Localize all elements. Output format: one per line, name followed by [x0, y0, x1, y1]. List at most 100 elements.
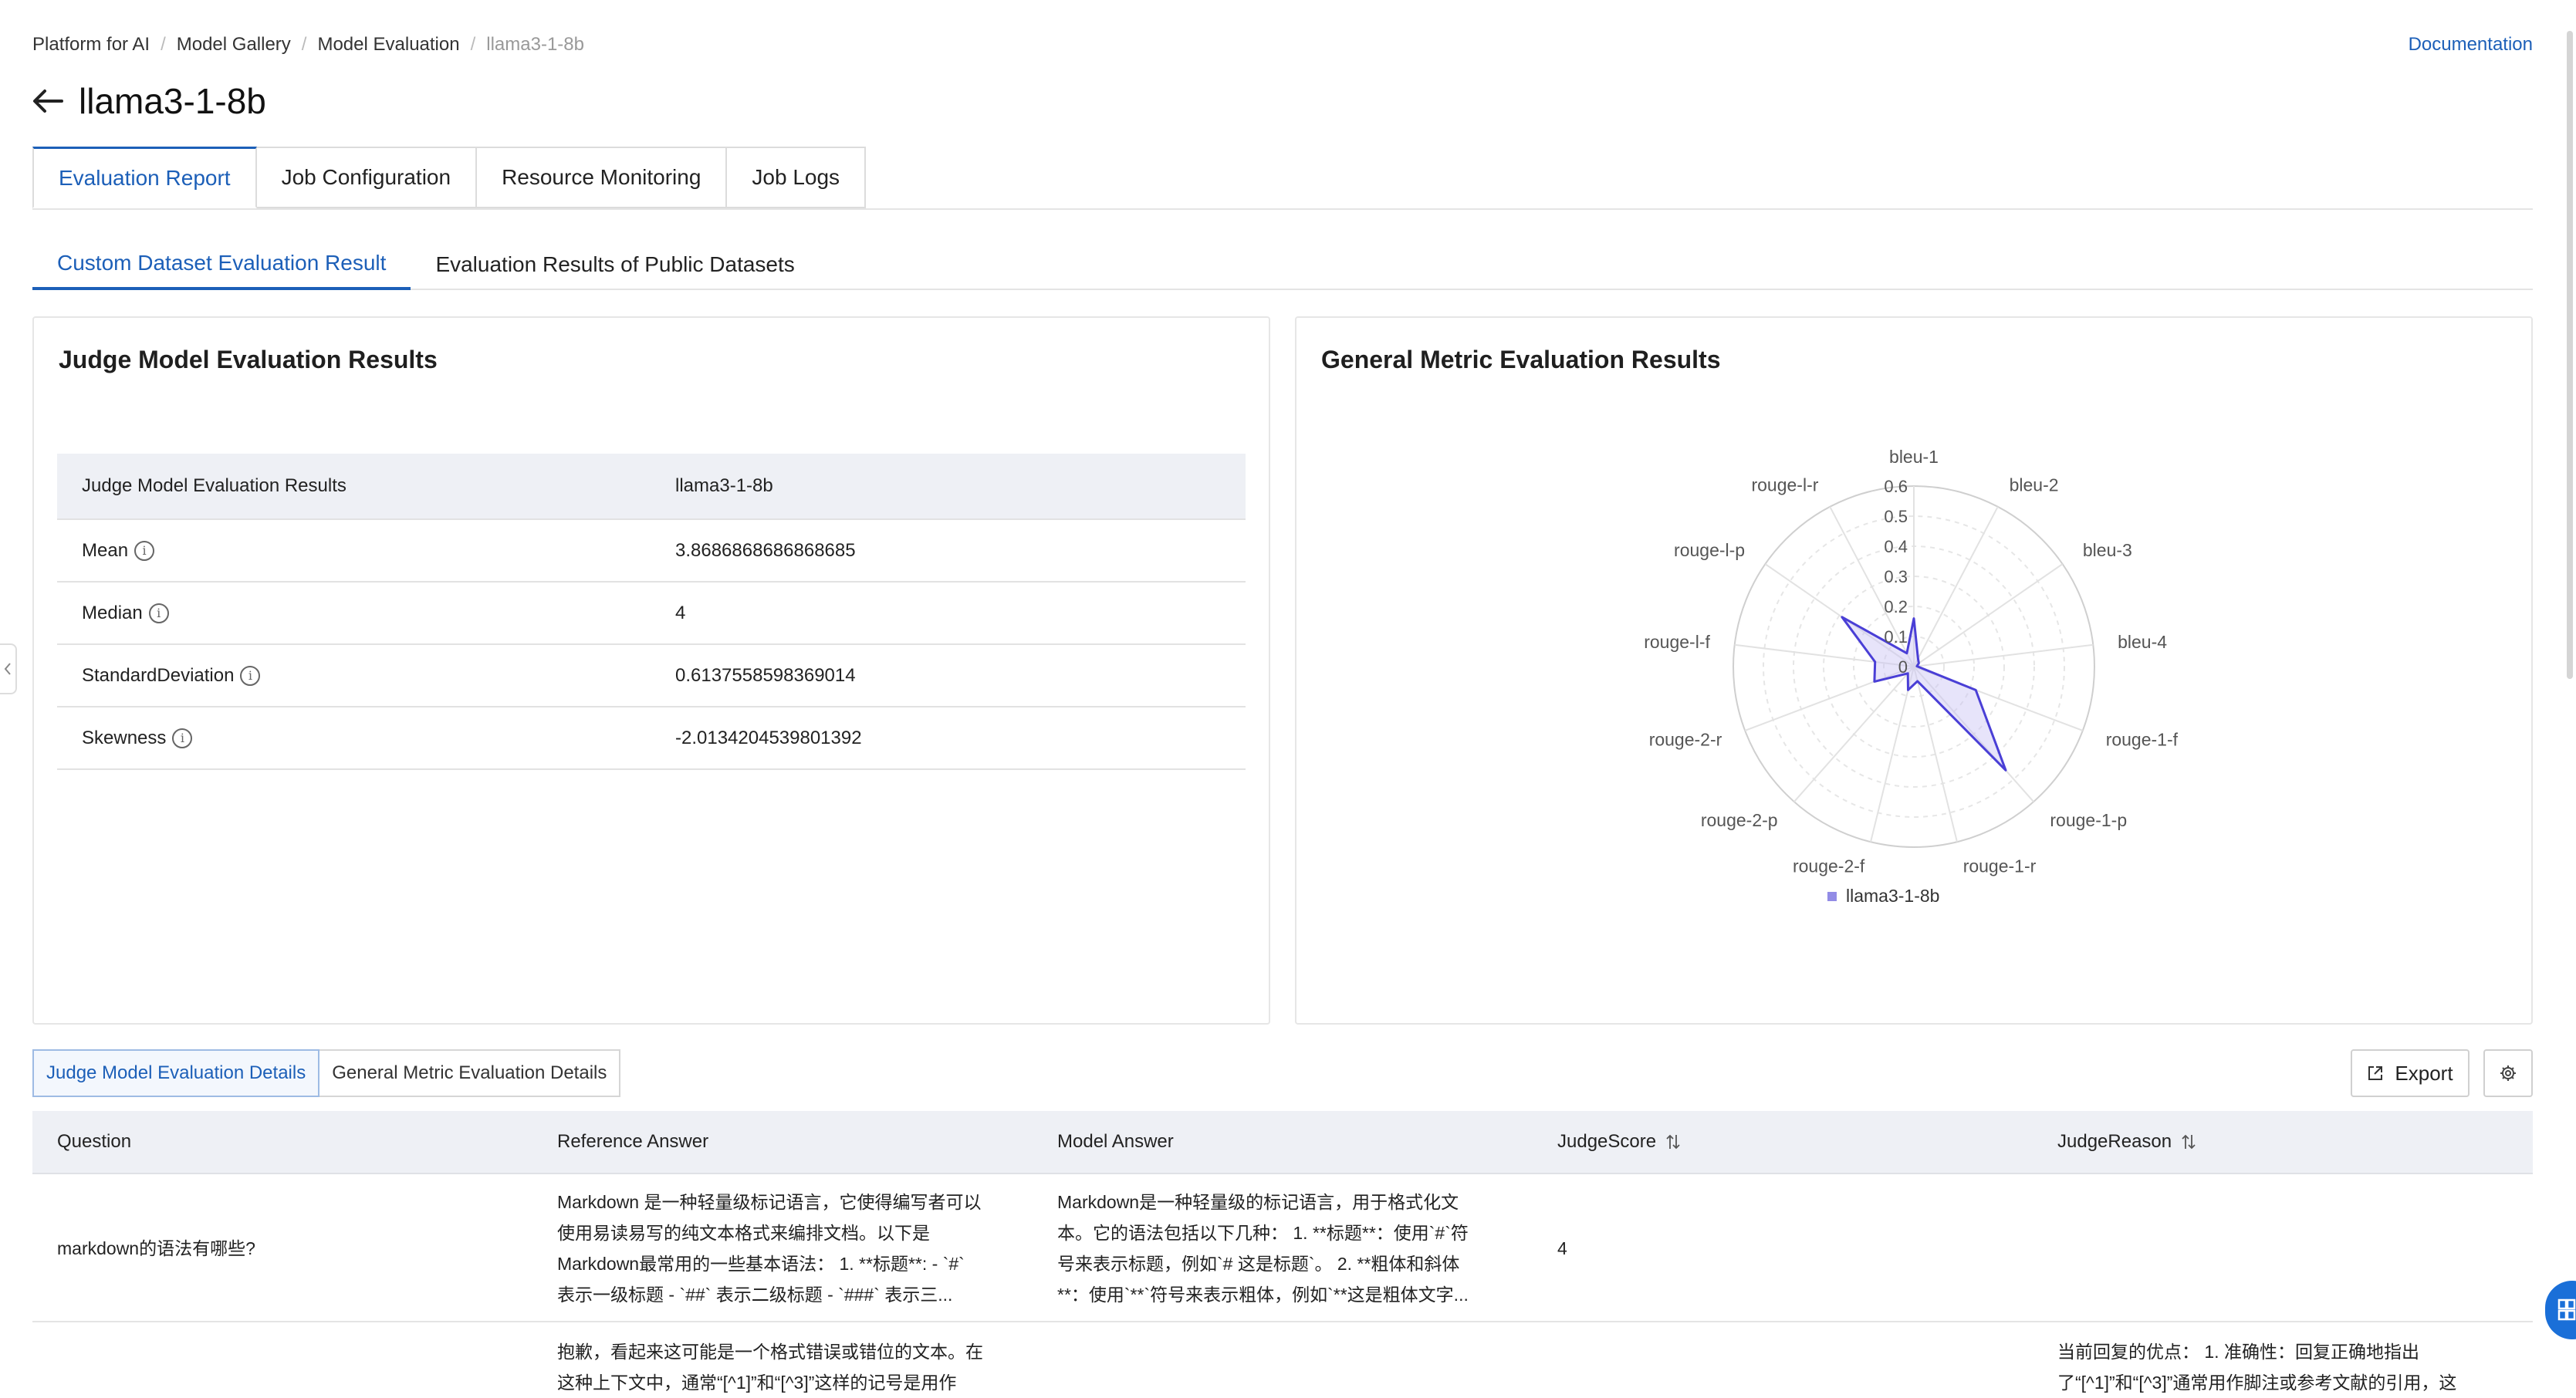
- radar-axis-label: bleu-2: [2010, 475, 2059, 495]
- back-arrow-icon[interactable]: [31, 84, 65, 118]
- column-judge-reason-label: JudgeReason: [2057, 1131, 2172, 1152]
- radar-tick-label: 0.2: [1884, 597, 1908, 616]
- breadcrumb-separator: /: [301, 34, 307, 55]
- subtab-custom-dataset[interactable]: Custom Dataset Evaluation Result: [32, 239, 411, 290]
- metric-name-cell: Skewness i: [57, 707, 651, 770]
- model-answer-cell: Markdown是一种轻量级的标记语言，用于格式化文 本。它的语法包括以下几种：…: [1057, 1187, 1469, 1310]
- column-judge-reason[interactable]: JudgeReason: [2057, 1111, 2196, 1173]
- text-line: 抱歉，看起来这可能是一个格式错误或错位的文本。在: [557, 1342, 983, 1362]
- collapse-sidebar-handle[interactable]: [0, 643, 17, 694]
- breadcrumb-current: llama3-1-8b: [486, 34, 584, 55]
- info-icon[interactable]: i: [172, 728, 193, 749]
- judge-reason-cell: 当前回复的优点： 1. 准确性：回复正确地指出 了“[^1]”和“[^3]”通常…: [2057, 1336, 2456, 1398]
- judge-results-table: Judge Model Evaluation Results llama3-1-…: [57, 454, 1246, 770]
- metric-value: 3.8686868686868685: [651, 519, 1246, 582]
- grid-icon: [2557, 1298, 2576, 1321]
- details-toggle: Judge Model Evaluation Details General M…: [32, 1049, 621, 1097]
- info-icon[interactable]: i: [240, 666, 261, 687]
- toggle-general-details[interactable]: General Metric Evaluation Details: [319, 1049, 621, 1097]
- radar-axis-label: rouge-2-r: [1649, 729, 1722, 749]
- page-header: llama3-1-8b: [31, 80, 266, 122]
- radar-axis-label: rouge-l-p: [1674, 540, 1745, 560]
- info-icon[interactable]: i: [134, 541, 155, 562]
- radar-axis-label: rouge-2-f: [1793, 856, 1865, 876]
- text-line: 了“[^1]”和“[^3]”通常用作脚注或参考文献的引用，这: [2057, 1373, 2457, 1393]
- question-cell: markdown的语法有哪些?: [57, 1238, 255, 1258]
- text-line: Markdown是一种轻量级的标记语言，用于格式化文: [1057, 1192, 1459, 1212]
- judge-card-title: Judge Model Evaluation Results: [59, 346, 438, 373]
- judge-score-cell: 4: [1557, 1238, 1567, 1258]
- column-judge-score-label: JudgeScore: [1557, 1131, 1657, 1152]
- export-icon: [2368, 1066, 2383, 1080]
- table-row: Skewness i -2.0134204539801392: [57, 707, 1246, 770]
- table-row: Median i 4: [57, 582, 1246, 645]
- metric-name: Mean: [82, 539, 129, 561]
- metric-name-cell: Median i: [57, 582, 651, 645]
- documentation-link[interactable]: Documentation: [2409, 34, 2533, 56]
- metric-name: Median: [82, 602, 143, 623]
- radar-spoke: [1793, 666, 1915, 802]
- metric-name: Skewness: [82, 727, 167, 748]
- column-judge-score[interactable]: JudgeScore: [1557, 1111, 1681, 1173]
- metric-value: 4: [651, 582, 1246, 645]
- radar-axis-label: rouge-1-r: [1963, 856, 2037, 876]
- metric-name-cell: StandardDeviation i: [57, 644, 651, 707]
- page-scrollbar[interactable]: [2567, 31, 2573, 679]
- radar-axis-label: bleu-3: [2083, 540, 2132, 560]
- text-line: **：使用`**`符号来表示粗体，例如`**这是粗体文字...: [1057, 1285, 1469, 1305]
- row-divider: [32, 1321, 2533, 1322]
- breadcrumb-model-gallery[interactable]: Model Gallery: [177, 34, 291, 56]
- table-header-cell: llama3-1-8b: [651, 454, 1246, 520]
- tab-resource-monitoring[interactable]: Resource Monitoring: [477, 147, 728, 208]
- sort-icon[interactable]: [1665, 1133, 1681, 1150]
- info-icon[interactable]: i: [148, 603, 169, 624]
- sort-icon[interactable]: [2181, 1133, 2196, 1150]
- column-model-answer: Model Answer: [1057, 1131, 1174, 1152]
- radar-tick-label: 0.6: [1884, 477, 1908, 496]
- series-area: [1841, 616, 2007, 772]
- text-line: Markdown 是一种轻量级标记语言，它使得编写者可以: [557, 1192, 982, 1212]
- breadcrumb-separator: /: [161, 34, 166, 55]
- text-line: 当前回复的优点： 1. 准确性：回复正确地指出: [2057, 1342, 2419, 1362]
- column-reference-answer: Reference Answer: [557, 1131, 709, 1152]
- legend-label: llama3-1-8b: [1846, 886, 1939, 906]
- text-line: Markdown最常用的一些基本语法： 1. **标题**: - `#`: [557, 1254, 965, 1274]
- tab-job-logs[interactable]: Job Logs: [727, 147, 867, 208]
- gear-icon: [2500, 1065, 2516, 1081]
- breadcrumb-platform[interactable]: Platform for AI: [32, 34, 150, 56]
- column-question: Question: [57, 1131, 132, 1152]
- radar-axis-label: rouge-1-f: [2106, 729, 2179, 749]
- reference-answer-cell: Markdown 是一种轻量级标记语言，它使得编写者可以 使用易读易写的纯文本格…: [557, 1187, 981, 1310]
- breadcrumb-separator: /: [470, 34, 476, 55]
- radar-tick-label: 0.3: [1884, 567, 1908, 586]
- radar-tick-label: 0: [1898, 657, 1908, 677]
- page-title: llama3-1-8b: [79, 81, 266, 121]
- radar-spoke: [1870, 666, 1915, 843]
- metric-name: StandardDeviation: [82, 664, 235, 686]
- subtab-public-datasets[interactable]: Evaluation Results of Public Datasets: [411, 239, 819, 290]
- tab-evaluation-report[interactable]: Evaluation Report: [32, 147, 257, 208]
- radar-spoke: [1913, 506, 1999, 667]
- export-button[interactable]: Export: [2351, 1049, 2470, 1097]
- details-table-header: Question Reference Answer Model Answer J…: [32, 1111, 2533, 1174]
- radar-tick-label: 0.1: [1884, 627, 1908, 647]
- legend-swatch: [1827, 892, 1837, 901]
- toggle-judge-details[interactable]: Judge Model Evaluation Details: [32, 1049, 320, 1097]
- table-header-row: Judge Model Evaluation Results llama3-1-…: [57, 454, 1246, 520]
- chevron-left-icon: [4, 663, 11, 675]
- main-tabs: Evaluation Report Job Configuration Reso…: [32, 147, 867, 210]
- reference-answer-cell: 抱歉，看起来这可能是一个格式错误或错位的文本。在 这种上下文中，通常“[^1]”…: [557, 1336, 983, 1398]
- text-line: 使用易读易写的纯文本格式来编排文档。以下是: [557, 1223, 930, 1243]
- table-row: StandardDeviation i 0.6137558598369014: [57, 644, 1246, 707]
- radar-axis-label: rouge-2-p: [1701, 810, 1778, 830]
- table-header-cell: Judge Model Evaluation Results: [57, 454, 651, 520]
- text-line: 表示一级标题 - `##` 表示二级标题 - `###` 表示三...: [557, 1285, 953, 1305]
- floating-assistant-button[interactable]: [2545, 1281, 2576, 1339]
- breadcrumb-model-evaluation[interactable]: Model Evaluation: [317, 34, 459, 56]
- radar-tick-label: 0.5: [1884, 507, 1908, 526]
- tab-job-configuration[interactable]: Job Configuration: [256, 147, 478, 208]
- text-line: 号来表示标题，例如`# 这是标题`。 2. **粗体和斜体: [1057, 1254, 1460, 1274]
- radar-tick-label: 0.4: [1884, 537, 1908, 556]
- radar-axis-label: bleu-4: [2118, 632, 2167, 652]
- settings-button[interactable]: [2483, 1049, 2533, 1097]
